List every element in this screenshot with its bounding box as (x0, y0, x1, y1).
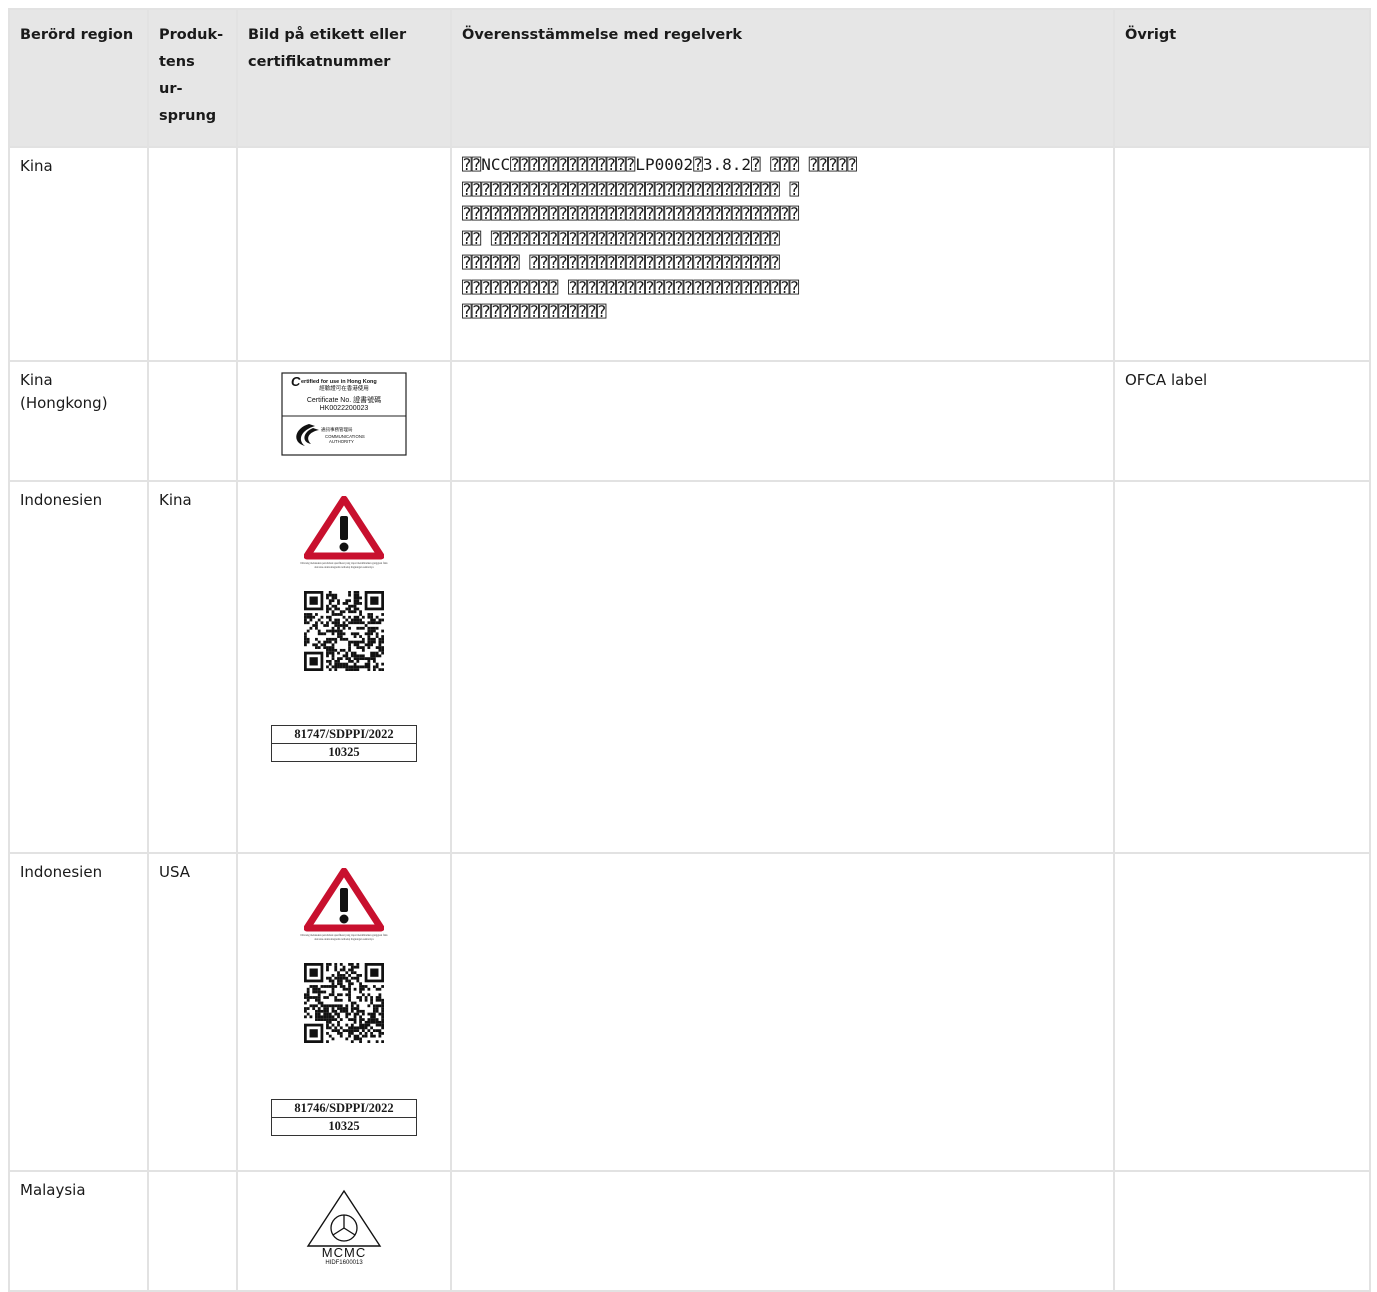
cell-other: OFCA label (1113, 360, 1371, 482)
cell-compliance (450, 852, 1115, 1172)
header-origin: Produk- tens ur- sprung (147, 8, 238, 148)
cell-other (1113, 1170, 1371, 1292)
cell-other (1113, 146, 1371, 362)
cell-label (236, 146, 452, 362)
svg-text:Certificate No. 證書號碼: Certificate No. 證書號碼 (307, 395, 381, 404)
cell-origin: Kina (147, 480, 238, 854)
compliance-text: ⍰⍰NCC⍰⍰⍰⍰⍰⍰⍰⍰⍰⍰⍰⍰⍰LP0002⍰3.8.2⍰ ⍰⍰⍰ ⍰⍰⍰⍰… (462, 155, 857, 321)
table-row: Kina ⍰⍰NCC⍰⍰⍰⍰⍰⍰⍰⍰⍰⍰⍰⍰⍰LP0002⍰3.8.2⍰ ⍰⍰⍰… (8, 146, 1371, 362)
qr-finder-pattern (304, 651, 324, 672)
table-row: Indonesien Kina Dilarang melakukan perub… (8, 480, 1371, 854)
cell-origin (147, 360, 238, 482)
cert-code: 10325 (272, 1117, 416, 1135)
cell-region: Malaysia (8, 1170, 149, 1292)
qr-finder-pattern (364, 591, 384, 611)
svg-text:AUTHORITY: AUTHORITY (329, 439, 354, 444)
svg-text:HIDF1600013: HIDF1600013 (325, 1260, 363, 1266)
cell-label: Dilarang melakukan perubahan spesifikasi… (236, 480, 452, 854)
svg-text:C: C (291, 374, 301, 389)
cell-compliance (450, 1170, 1115, 1292)
header-other: Övrigt (1113, 8, 1371, 148)
table-row: Kina (Hongkong) C ertified for use in Ho… (8, 360, 1371, 482)
cert-code: 10325 (272, 743, 416, 761)
cell-region: Indonesien (8, 852, 149, 1172)
warning-triangle-icon (304, 868, 384, 932)
warning-caption: Dilarang melakukan perubahan spesifikasi… (300, 562, 388, 569)
cell-compliance (450, 480, 1115, 854)
cell-region: Kina (Hongkong) (8, 360, 149, 482)
cell-label: MCMC HIDF1600013 (236, 1170, 452, 1292)
cell-region: Indonesien (8, 480, 149, 854)
qr-finder-pattern (364, 963, 384, 983)
qr-code (304, 591, 384, 672)
qr-finder-pattern (304, 591, 324, 611)
cell-origin (147, 146, 238, 362)
header-compliance: Överensstämmelse med regelverk (450, 8, 1115, 148)
cert-number-box: 81747/SDPPI/2022 10325 (271, 725, 417, 763)
cell-other (1113, 480, 1371, 854)
qr-finder-pattern (304, 963, 324, 983)
regulatory-table: Berörd region Produk- tens ur- sprung Bi… (8, 8, 1371, 1292)
cert-number: 81747/SDPPI/2022 (294, 727, 394, 742)
cell-label: C ertified for use in Hong Kong 經驗證可在香港使… (236, 360, 452, 482)
cert-number: 81746/SDPPI/2022 (294, 1101, 394, 1116)
cell-other (1113, 852, 1371, 1172)
table-row: Indonesien USA Dilarang melakukan peruba… (8, 852, 1371, 1172)
svg-text:MCMC: MCMC (322, 1245, 366, 1260)
cell-compliance: ⍰⍰NCC⍰⍰⍰⍰⍰⍰⍰⍰⍰⍰⍰⍰⍰LP0002⍰3.8.2⍰ ⍰⍰⍰ ⍰⍰⍰⍰… (450, 146, 1115, 362)
svg-text:ertified for use in Hong Kong: ertified for use in Hong Kong (301, 379, 377, 385)
cell-region: Kina (8, 146, 149, 362)
table-header-row: Berörd region Produk- tens ur- sprung Bi… (8, 8, 1371, 148)
cell-origin (147, 1170, 238, 1292)
cert-number-box: 81746/SDPPI/2022 10325 (271, 1099, 417, 1137)
svg-text:HK0022200023: HK0022200023 (320, 405, 369, 412)
qr-finder-pattern (304, 1023, 324, 1044)
cell-label: Dilarang melakukan perubahan spesifikasi… (236, 852, 452, 1172)
warning-caption: Dilarang melakukan perubahan spesifikasi… (300, 934, 388, 941)
table-row: Malaysia MCMC HIDF1600013 (8, 1170, 1371, 1292)
mcmc-triangle-logo: MCMC HIDF1600013 (306, 1189, 382, 1266)
svg-text:經驗證可在香港使用: 經驗證可在香港使用 (319, 384, 369, 392)
svg-text:通訊事務管理局: 通訊事務管理局 (321, 426, 353, 433)
cell-origin: USA (147, 852, 238, 1172)
qr-code (304, 963, 384, 1044)
header-region: Berörd region (8, 8, 149, 148)
header-label: Bild på etikett eller certifikatnummer (236, 8, 452, 148)
ofca-certified-label: C ertified for use in Hong Kong 經驗證可在香港使… (281, 372, 407, 456)
warning-triangle-icon (304, 496, 384, 560)
cell-compliance (450, 360, 1115, 482)
